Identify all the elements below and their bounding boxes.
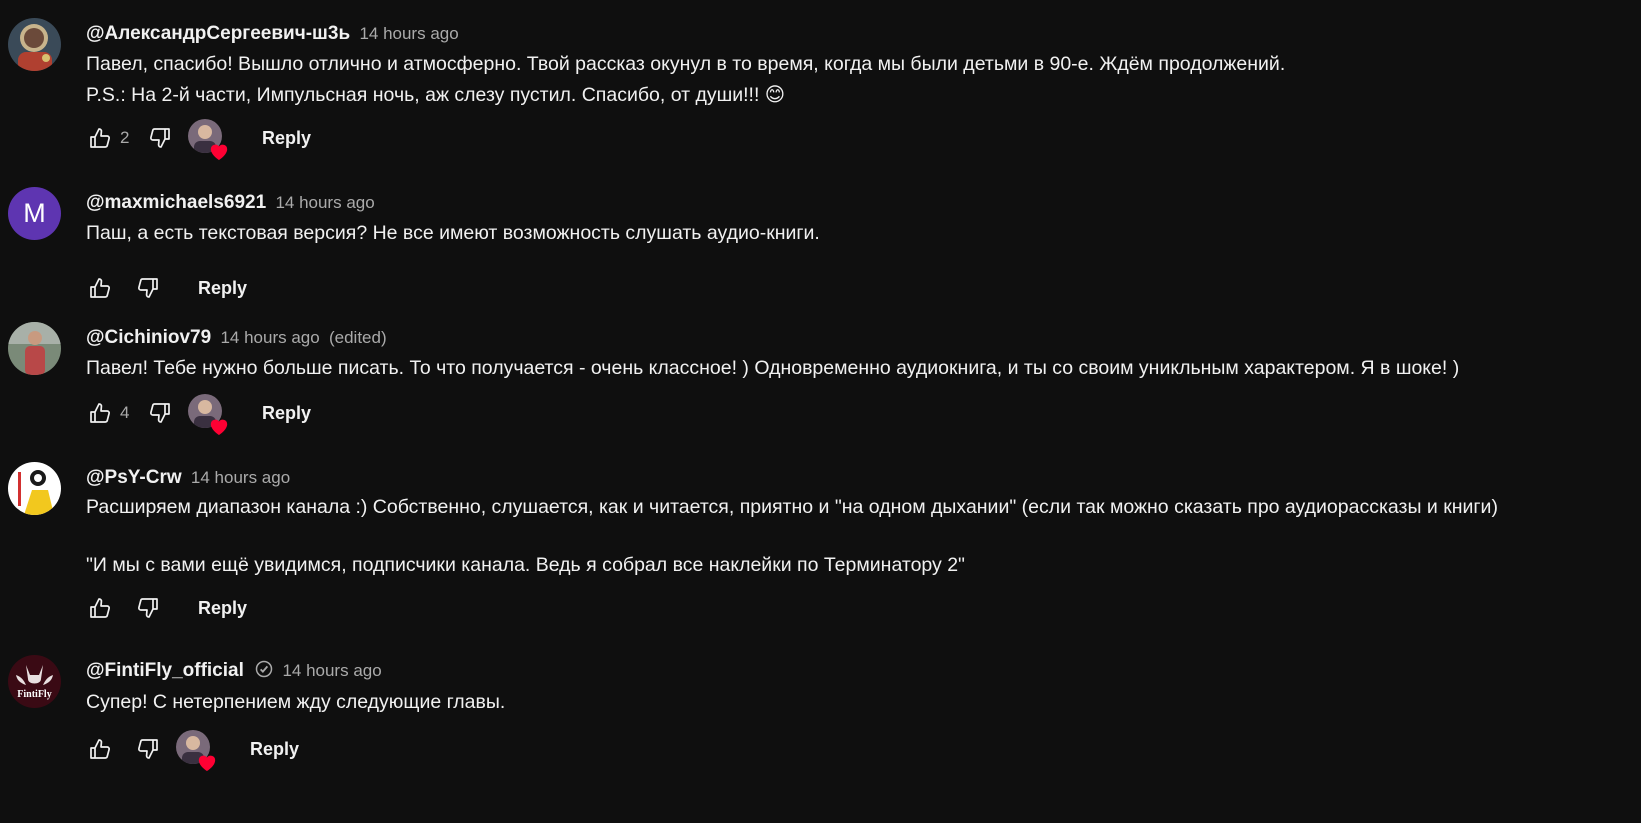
heart-icon — [210, 144, 228, 161]
avatar[interactable] — [8, 462, 61, 515]
comment-actions: Reply — [86, 590, 247, 626]
comment-time[interactable]: 14 hours ago — [191, 468, 290, 487]
comment-line: "И мы с вами ещё увидимся, подписчики ка… — [86, 554, 965, 576]
reply-button[interactable]: Reply — [198, 278, 247, 299]
comment-author[interactable]: @Cichiniov79 — [86, 327, 211, 348]
avatar[interactable] — [8, 18, 61, 71]
comment-header: @PsY-Crw 14 hours ago — [86, 466, 290, 490]
avatar[interactable]: FintiFly — [8, 655, 61, 708]
comment-line: P.S.: На 2-й части, Импульсная ночь, аж … — [86, 84, 786, 106]
comment-author[interactable]: @АлександрСергеевич-ш3ь — [86, 23, 350, 44]
dislike-icon[interactable] — [146, 399, 174, 427]
comment-time[interactable]: 14 hours ago — [359, 24, 458, 43]
comment-thread: @PsY-Crw 14 hours ago Расширяем диапазон… — [0, 462, 1641, 652]
comment-author[interactable]: @PsY-Crw — [86, 467, 182, 488]
comment-time[interactable]: 14 hours ago — [275, 193, 374, 212]
like-icon[interactable] — [86, 399, 114, 427]
comment-actions: Reply — [86, 730, 299, 772]
comment-header: @FintiFly_official 14 hours ago — [86, 659, 382, 683]
avatar[interactable] — [8, 322, 61, 375]
like-icon[interactable] — [86, 274, 114, 302]
like-icon[interactable] — [86, 735, 114, 763]
edited-label: (edited) — [328, 328, 387, 347]
comment-line: Павел! Тебе нужно больше писать. То что … — [86, 357, 1460, 379]
comment-line: Паш, а есть текстовая версия? Не все име… — [86, 222, 820, 244]
comment-author[interactable]: @FintiFly_official — [86, 660, 244, 681]
comment-author[interactable]: @maxmichaels6921 — [86, 192, 266, 213]
avatar-letter: M — [23, 198, 46, 228]
comment-line: Супер! С нетерпением жду следующие главы… — [86, 691, 506, 713]
comment-thread: @АлександрСергеевич-ш3ь 14 hours ago Пав… — [0, 18, 1641, 168]
reply-button[interactable]: Reply — [198, 598, 247, 619]
comment-thread: @Cichiniov79 14 hours ago (edited) Павел… — [0, 322, 1641, 452]
comment-line — [86, 523, 1498, 550]
comment-actions: 4 Reply — [86, 394, 311, 436]
comment-time[interactable]: 14 hours ago — [220, 328, 319, 347]
dislike-icon[interactable] — [134, 735, 162, 763]
comment-header: @Cichiniov79 14 hours ago (edited) — [86, 326, 387, 350]
like-count: 4 — [120, 403, 130, 422]
reply-button[interactable]: Reply — [262, 128, 311, 149]
creator-heart-badge — [188, 119, 228, 161]
creator-heart-badge — [188, 394, 228, 436]
heart-icon — [198, 755, 216, 772]
comment-text: Паш, а есть текстовая версия? Не все име… — [86, 218, 820, 249]
verified-icon — [255, 660, 273, 678]
comment-actions: Reply — [86, 270, 247, 306]
creator-heart-badge — [176, 730, 216, 772]
comment-header: @maxmichaels6921 14 hours ago — [86, 191, 375, 215]
dislike-icon[interactable] — [146, 124, 174, 152]
comment-text: Павел! Тебе нужно больше писать. То что … — [86, 353, 1459, 384]
comment-list: @АлександрСергеевич-ш3ь 14 hours ago Пав… — [0, 0, 1641, 823]
reply-button[interactable]: Reply — [250, 739, 299, 760]
heart-icon — [210, 419, 228, 436]
comment-time[interactable]: 14 hours ago — [282, 661, 381, 680]
dislike-icon[interactable] — [134, 594, 162, 622]
dislike-icon[interactable] — [134, 274, 162, 302]
comment-actions: 2 Reply — [86, 119, 311, 161]
reply-button[interactable]: Reply — [262, 403, 311, 424]
comment-thread: FintiFly @FintiFly_official 14 hours ago… — [0, 655, 1641, 815]
comment-text: Павел, спасибо! Вышло отлично и атмосфер… — [86, 49, 1285, 111]
comment-text: Расширяем диапазон канала :) Собственно,… — [86, 492, 1498, 581]
comment-line: Расширяем диапазон канала :) Собственно,… — [86, 496, 1498, 518]
comment-text: Супер! С нетерпением жду следующие главы… — [86, 687, 505, 718]
avatar[interactable]: M — [8, 187, 61, 240]
avatar-logo-text: FintiFly — [17, 689, 51, 700]
comment-thread: M @maxmichaels6921 14 hours ago Паш, а е… — [0, 187, 1641, 307]
like-icon[interactable] — [86, 124, 114, 152]
like-count: 2 — [120, 128, 130, 147]
comment-header: @АлександрСергеевич-ш3ь 14 hours ago — [86, 22, 459, 46]
comment-line: Павел, спасибо! Вышло отлично и атмосфер… — [86, 53, 1286, 75]
like-icon[interactable] — [86, 594, 114, 622]
